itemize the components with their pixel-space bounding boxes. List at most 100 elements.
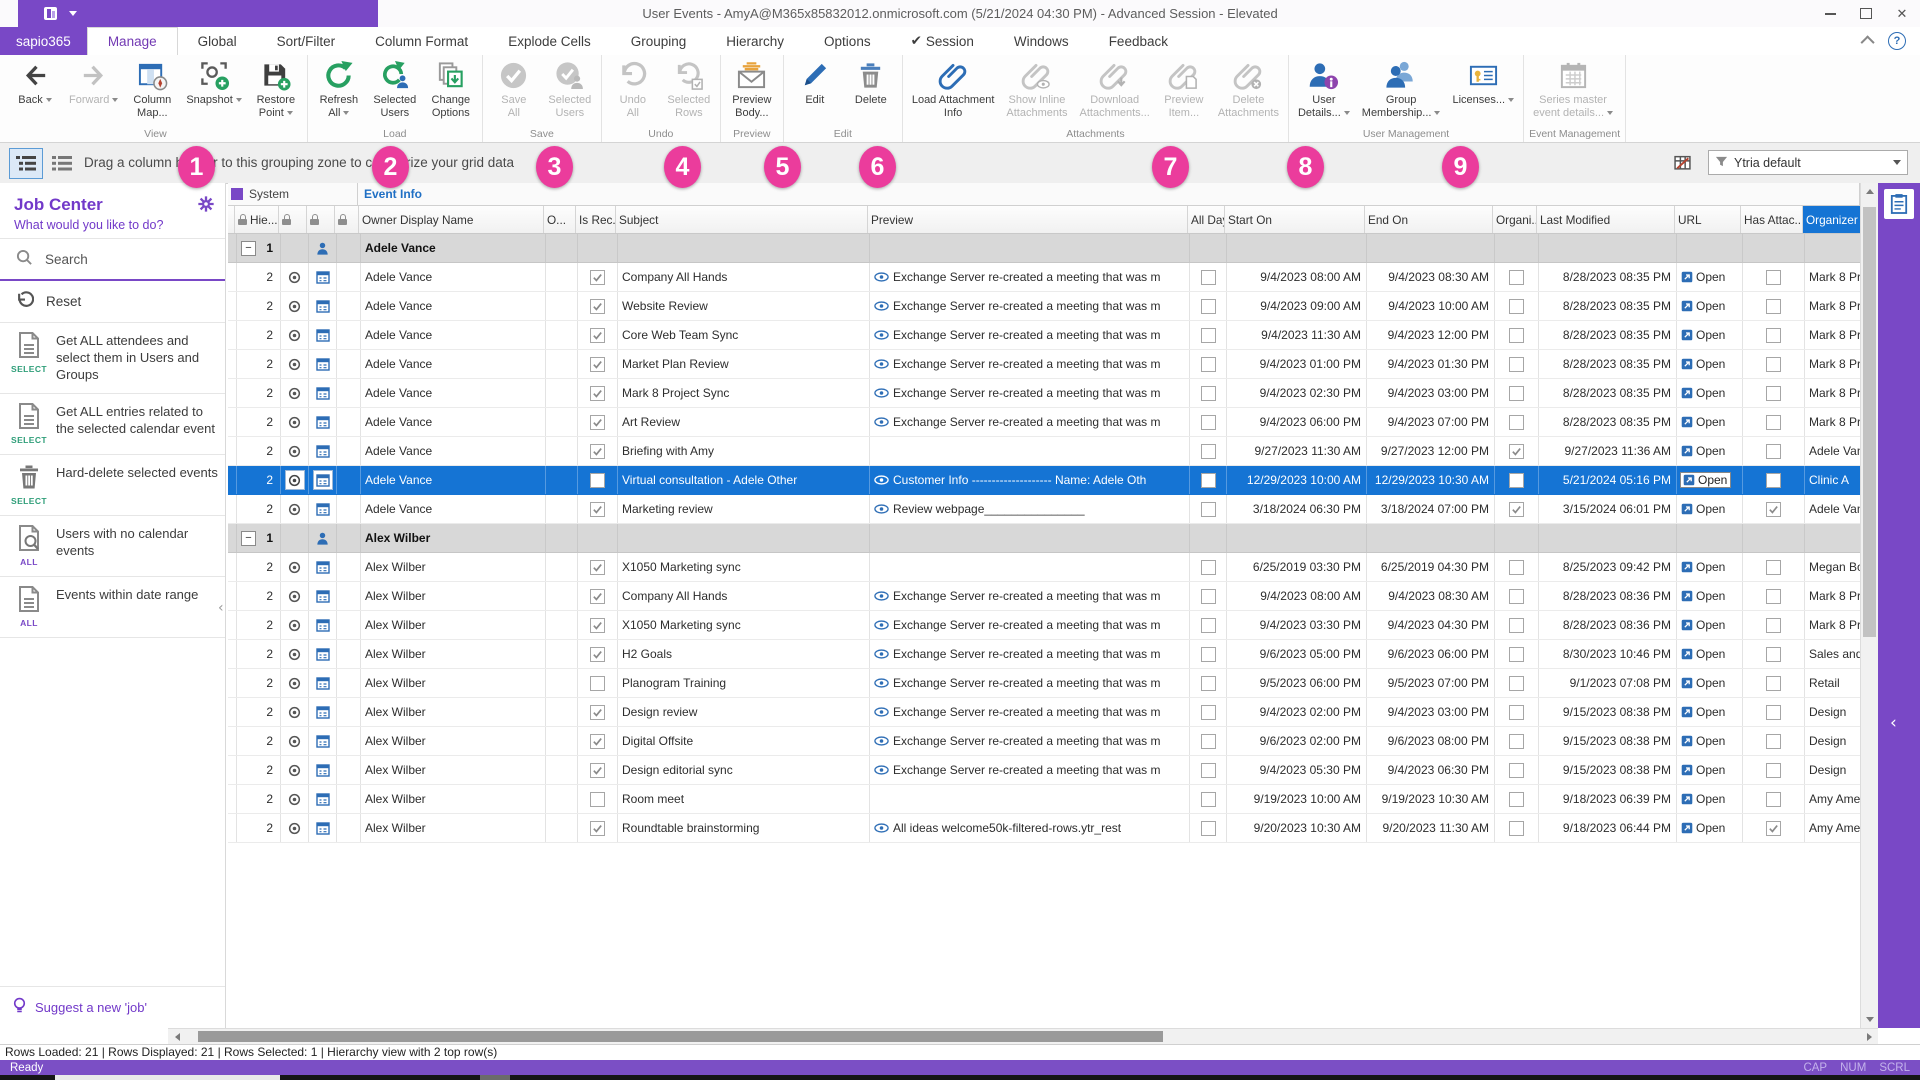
checkbox-unchecked[interactable]: [1766, 560, 1781, 575]
checkbox-checked[interactable]: [590, 763, 605, 778]
event-row[interactable]: 2Alex WilberCompany All HandsExchange Se…: [228, 582, 1860, 611]
checkbox-unchecked[interactable]: [1201, 560, 1216, 575]
checkbox-unchecked[interactable]: [1509, 589, 1524, 604]
checkbox-unchecked[interactable]: [1766, 589, 1781, 604]
checkbox-unchecked[interactable]: [1766, 328, 1781, 343]
checkbox-unchecked[interactable]: [1201, 618, 1216, 633]
col-header-organizer[interactable]: Organizer - N: [1803, 206, 1860, 233]
horizontal-scroll-thumb[interactable]: [198, 1031, 1163, 1042]
scroll-right-arrow[interactable]: [1860, 1029, 1878, 1045]
checkbox-unchecked[interactable]: [1509, 676, 1524, 691]
collapse-group-button[interactable]: −: [241, 531, 256, 546]
sidebar-collapse-icon[interactable]: ‹: [218, 600, 224, 616]
checkbox-checked[interactable]: [590, 821, 605, 836]
checkbox-unchecked[interactable]: [1509, 821, 1524, 836]
checkbox-checked[interactable]: [1509, 502, 1524, 517]
tab-feedback[interactable]: Feedback: [1089, 27, 1188, 55]
open-url-link[interactable]: Open: [1681, 270, 1725, 284]
checkbox-unchecked[interactable]: [1201, 821, 1216, 836]
checkbox-checked[interactable]: [590, 734, 605, 749]
open-url-link[interactable]: Open: [1681, 560, 1725, 574]
checkbox-checked[interactable]: [590, 560, 605, 575]
scroll-left-arrow[interactable]: [168, 1029, 186, 1045]
checkbox-unchecked[interactable]: [1509, 299, 1524, 314]
checkbox-checked[interactable]: [590, 328, 605, 343]
event-row[interactable]: 2Alex WilberX1050 Marketing sync6/25/201…: [228, 553, 1860, 582]
save-selected-users-button[interactable]: SelectedUsers: [542, 56, 598, 127]
col-header-subject[interactable]: Subject: [616, 206, 868, 233]
tab-explode-cells[interactable]: Explode Cells: [488, 27, 611, 55]
open-url-link[interactable]: Open: [1681, 415, 1725, 429]
open-url-link[interactable]: Open: [1681, 502, 1725, 516]
job-item-get-all-entries-related-to-the[interactable]: SELECTGet ALL entries related to the sel…: [0, 394, 225, 455]
checkbox-unchecked[interactable]: [1509, 792, 1524, 807]
vertical-scrollbar[interactable]: [1860, 183, 1878, 1028]
tab-hierarchy[interactable]: Hierarchy: [706, 27, 804, 55]
view-column-map-button[interactable]: ColumnMap...: [124, 56, 180, 127]
load-refresh-all-button[interactable]: RefreshAll: [311, 56, 367, 127]
right-side-panel[interactable]: ‹: [1878, 183, 1920, 1044]
open-url-link[interactable]: Open: [1681, 821, 1725, 835]
checkbox-checked[interactable]: [590, 415, 605, 430]
checkbox-checked[interactable]: [590, 705, 605, 720]
tab-options[interactable]: Options: [804, 27, 891, 55]
checkbox-checked[interactable]: [590, 270, 605, 285]
checkbox-unchecked[interactable]: [590, 676, 605, 691]
col-header-hier[interactable]: Hie...: [235, 206, 279, 233]
checkbox-unchecked[interactable]: [1766, 705, 1781, 720]
checkbox-unchecked[interactable]: [1766, 357, 1781, 372]
group-row[interactable]: −1Alex Wilber: [228, 524, 1860, 553]
checkbox-unchecked[interactable]: [1766, 734, 1781, 749]
checkbox-unchecked[interactable]: [1201, 328, 1216, 343]
event-row[interactable]: 2Adele VanceWebsite ReviewExchange Serve…: [228, 292, 1860, 321]
col-header-end[interactable]: End On: [1365, 206, 1493, 233]
qat-dropdown-icon[interactable]: [69, 11, 77, 16]
preview-preview-body-button[interactable]: PreviewBody...: [724, 56, 780, 127]
help-icon[interactable]: ?: [1888, 32, 1906, 50]
event-row[interactable]: 2Alex WilberH2 GoalsExchange Server re-c…: [228, 640, 1860, 669]
view-back-button[interactable]: Back: [7, 56, 63, 127]
open-url-link[interactable]: Open: [1681, 444, 1725, 458]
event-row[interactable]: 2Adele VanceCore Web Team SyncExchange S…: [228, 321, 1860, 350]
scroll-up-arrow[interactable]: [1861, 183, 1879, 200]
view-snapshot-button[interactable]: Snapshot: [180, 56, 247, 127]
panel-expand-icon[interactable]: ‹: [1890, 713, 1897, 733]
checkbox-checked[interactable]: [590, 502, 605, 517]
close-button[interactable]: ✕: [1884, 0, 1920, 27]
checkbox-checked[interactable]: [1766, 502, 1781, 517]
attachments-load-attachment-info-button[interactable]: Load AttachmentInfo: [906, 56, 1001, 127]
checkbox-unchecked[interactable]: [1509, 357, 1524, 372]
checkbox-checked[interactable]: [1766, 821, 1781, 836]
open-url-link[interactable]: Open: [1681, 763, 1725, 777]
checkbox-unchecked[interactable]: [590, 792, 605, 807]
checkbox-unchecked[interactable]: [1766, 792, 1781, 807]
tab-grouping[interactable]: Grouping: [611, 27, 707, 55]
undo-selected-rows-button[interactable]: SelectedRows: [661, 56, 717, 127]
checkbox-unchecked[interactable]: [1509, 763, 1524, 778]
checkbox-unchecked[interactable]: [1509, 473, 1524, 488]
open-url-link[interactable]: Open: [1681, 734, 1725, 748]
job-item-users-with-no-calendar-events[interactable]: ALLUsers with no calendar events: [0, 516, 225, 577]
clipboard-panel-icon[interactable]: [1884, 189, 1914, 219]
open-url-link[interactable]: Open: [1681, 473, 1730, 487]
checkbox-unchecked[interactable]: [1509, 386, 1524, 401]
open-url-link[interactable]: Open: [1681, 357, 1725, 371]
view-selector-dropdown[interactable]: Ytria default: [1708, 150, 1908, 175]
tab-sapio365[interactable]: sapio365: [0, 27, 87, 55]
scroll-down-arrow[interactable]: [1861, 1011, 1879, 1028]
checkbox-unchecked[interactable]: [1766, 444, 1781, 459]
checkbox-checked[interactable]: [1509, 444, 1524, 459]
checkbox-unchecked[interactable]: [1201, 386, 1216, 401]
checkbox-unchecked[interactable]: [1766, 473, 1781, 488]
checkbox-unchecked[interactable]: [1509, 618, 1524, 633]
event-row[interactable]: 2Adele VanceCompany All HandsExchange Se…: [228, 263, 1860, 292]
event-row[interactable]: 2Adele VanceMarket Plan ReviewExchange S…: [228, 350, 1860, 379]
col-header-strip[interactable]: [228, 206, 235, 233]
load-change-options-button[interactable]: ChangeOptions: [423, 56, 479, 127]
view-restore-point-button[interactable]: RestorePoint: [248, 56, 304, 127]
checkbox-unchecked[interactable]: [1201, 473, 1216, 488]
checkbox-unchecked[interactable]: [590, 473, 605, 488]
checkbox-unchecked[interactable]: [1201, 763, 1216, 778]
flat-view-toggle[interactable]: [45, 148, 79, 179]
col-header-owner[interactable]: Owner Display Name: [359, 206, 544, 233]
